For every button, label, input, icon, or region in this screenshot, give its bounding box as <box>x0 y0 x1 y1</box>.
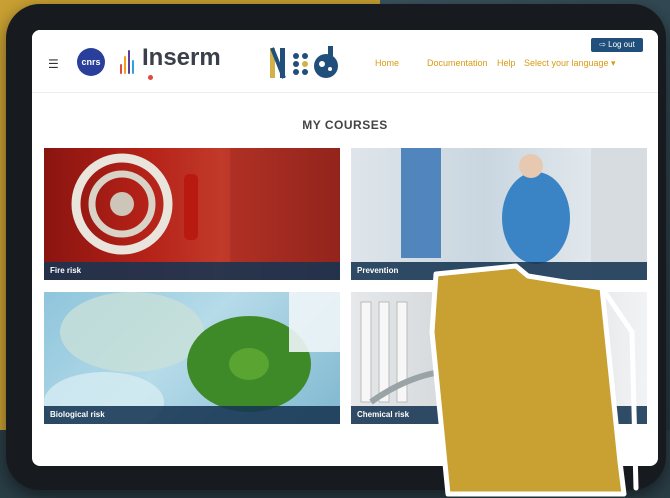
inserm-logo: Inserm <box>142 44 221 71</box>
course-label: Fire risk <box>44 262 340 280</box>
course-label: Biological risk <box>44 406 340 424</box>
top-navbar: ☰ cnrs Inserm Home Documentation Help Se… <box>32 30 658 93</box>
nav-documentation[interactable]: Documentation <box>427 58 488 68</box>
fire-hose-image <box>44 148 340 280</box>
nav-home[interactable]: Home <box>375 58 399 68</box>
course-card-prevention[interactable]: Prevention <box>351 148 647 280</box>
course-card-biological-risk[interactable]: Biological risk <box>44 292 340 424</box>
petri-dish-image <box>44 292 340 424</box>
neo-logo <box>270 46 338 79</box>
inserm-bars-icon <box>120 50 136 74</box>
course-card-fire-risk[interactable]: Fire risk <box>44 148 340 280</box>
nav-help[interactable]: Help <box>497 58 516 68</box>
cnrs-logo: cnrs <box>77 48 105 76</box>
logout-button[interactable]: ⇨ Log out <box>591 38 643 52</box>
folder-icon <box>429 263 639 497</box>
menu-icon[interactable]: ☰ <box>48 57 59 71</box>
lab-worker-image <box>351 148 647 280</box>
page-title: MY COURSES <box>302 118 388 132</box>
inserm-dot <box>148 75 153 80</box>
language-select[interactable]: Select your language ▾ <box>524 58 616 69</box>
